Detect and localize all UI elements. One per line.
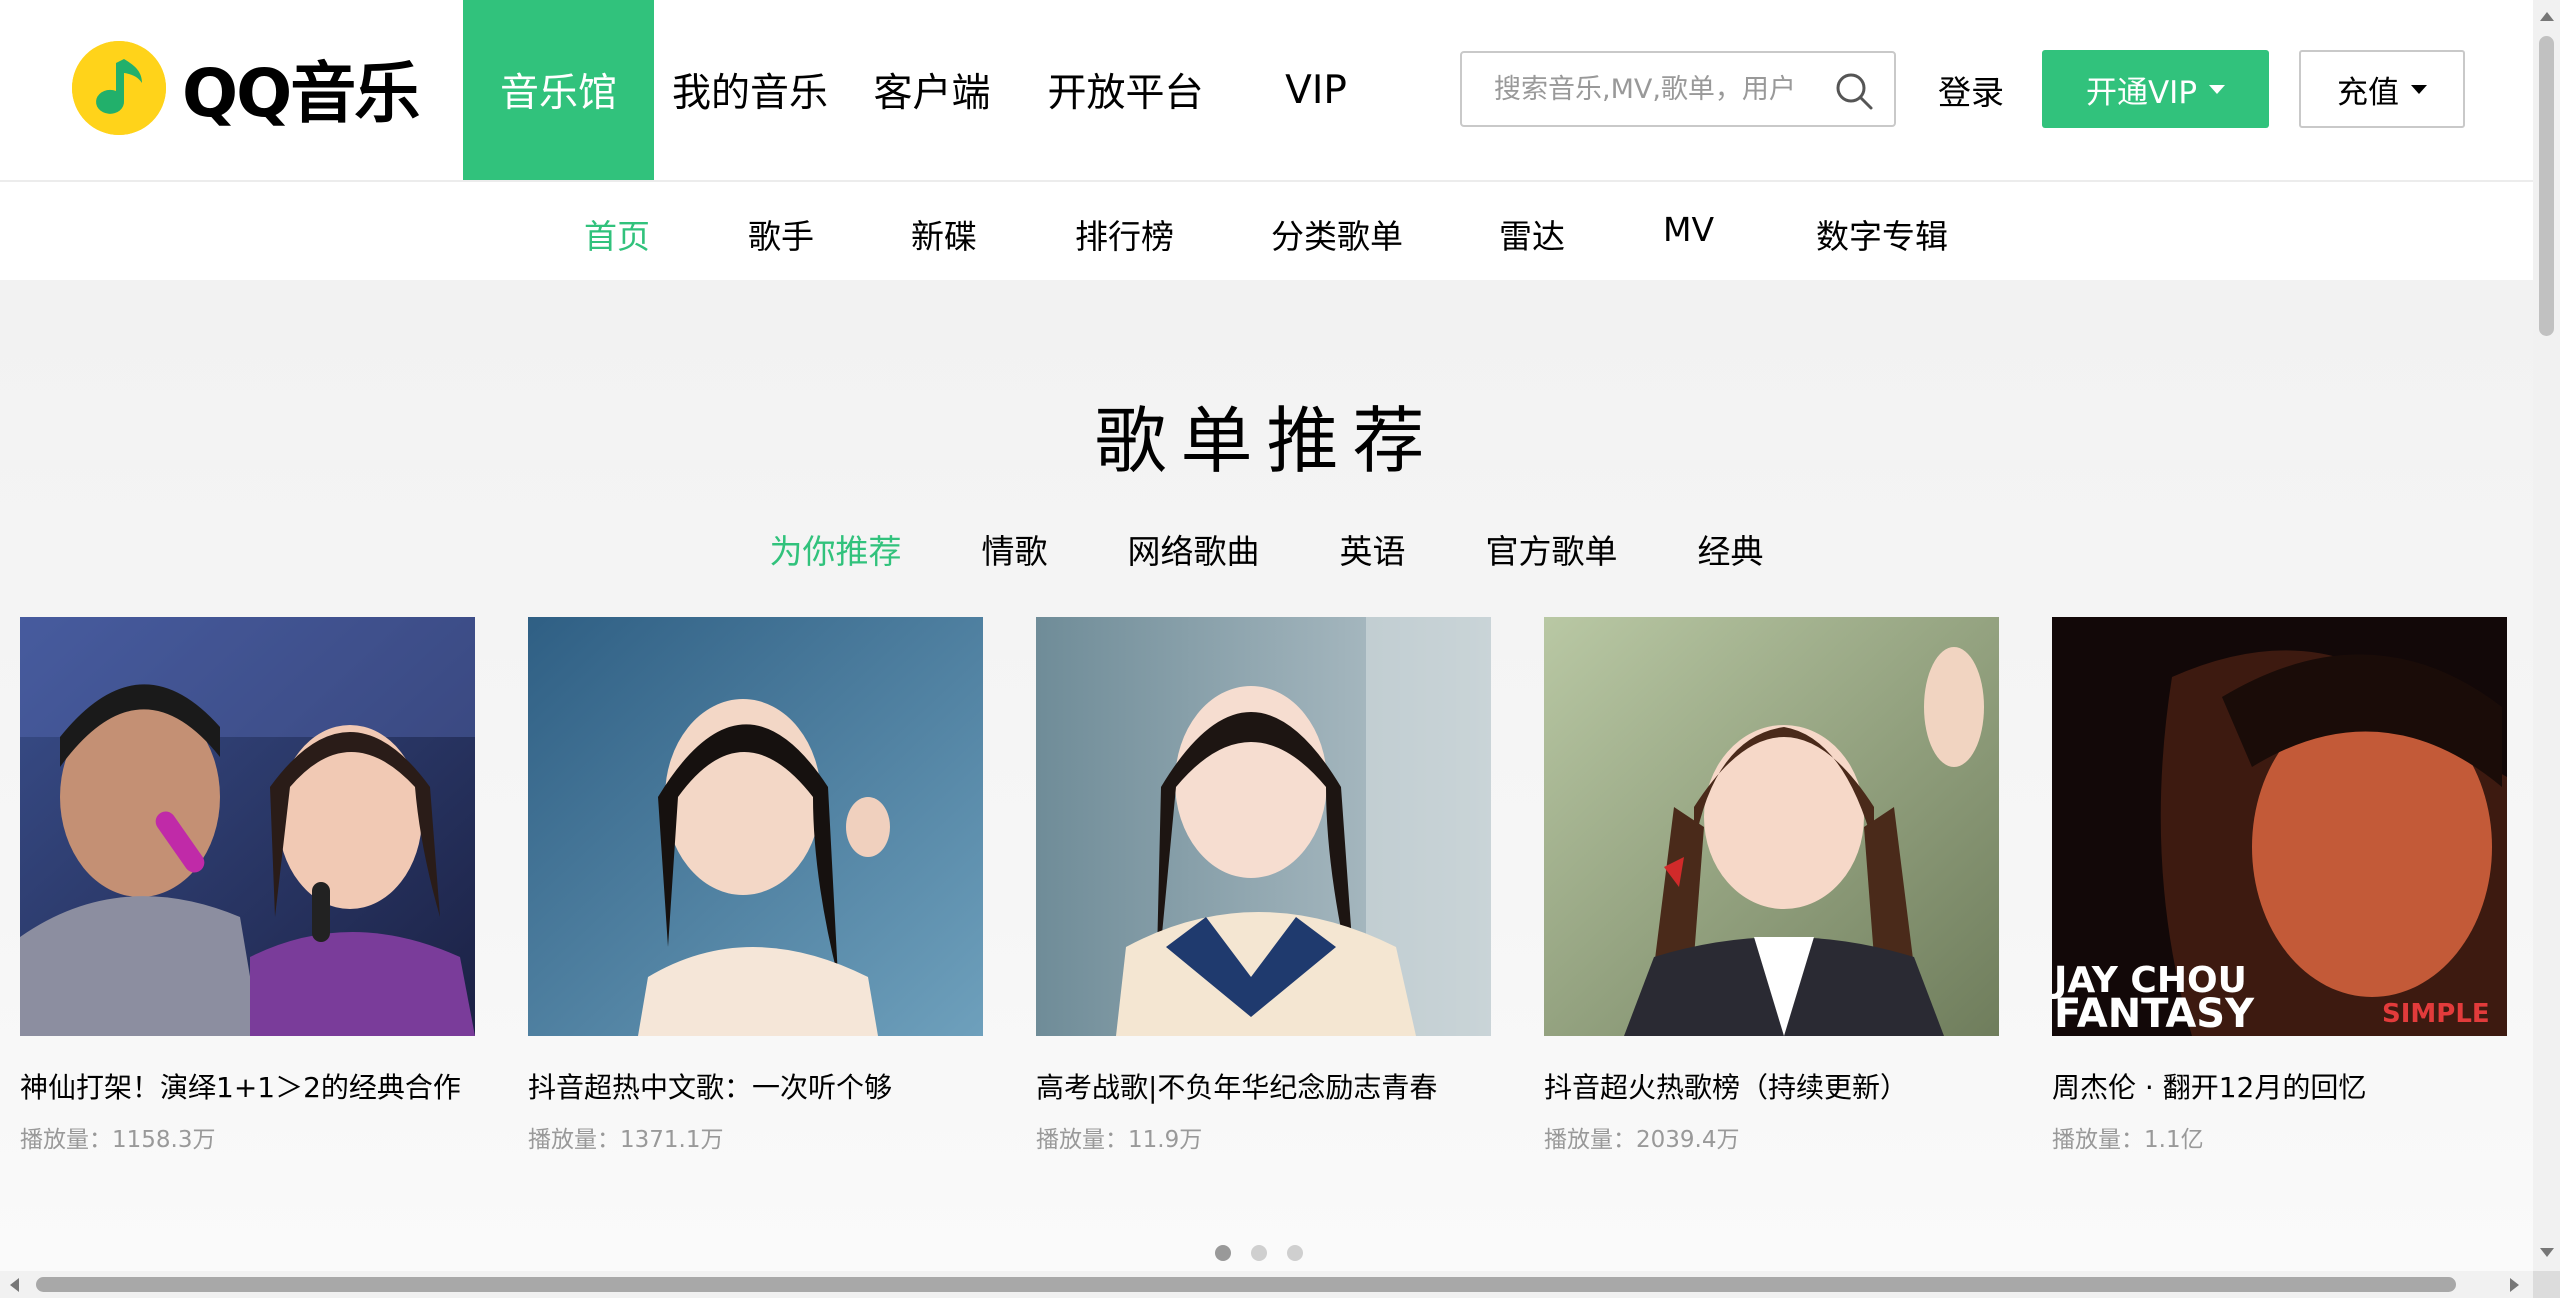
playlist-card[interactable]: 高考战歌|不负年华纪念励志青春 播放量：11.9万 <box>1036 617 1491 1154</box>
carousel-pager <box>1215 1245 1323 1261</box>
playlist-cover[interactable]: JAY CHOU FANTASY SIMPLE <box>2052 617 2507 1036</box>
nav-open-platform[interactable]: 开放平台 <box>1018 0 1233 180</box>
nav-music-hall[interactable]: 音乐馆 <box>463 0 654 180</box>
subnav-home[interactable]: 首页 <box>584 210 650 258</box>
playlist-recommend-section: 歌单推荐 为你推荐 情歌 网络歌曲 英语 官方歌单 经典 神仙打架！演绎1+1＞… <box>0 280 2533 1280</box>
qq-music-note-icon <box>72 41 166 135</box>
search-box[interactable] <box>1460 51 1896 127</box>
tab-english[interactable]: 英语 <box>1340 525 1406 573</box>
playlist-cover[interactable] <box>20 617 475 1036</box>
chevron-down-icon <box>2411 84 2427 94</box>
pager-dot[interactable] <box>1215 1245 1231 1261</box>
album-art-text: SIMPLE <box>2382 999 2490 1029</box>
main-nav: 音乐馆 我的音乐 客户端 开放平台 VIP <box>463 0 1399 180</box>
recharge-label: 充值 <box>2337 74 2399 111</box>
play-count: 播放量：2039.4万 <box>1544 1127 1740 1153</box>
nav-client[interactable]: 客户端 <box>846 0 1018 180</box>
section-title: 歌单推荐 <box>1094 399 1439 483</box>
qq-music-logo[interactable]: QQ音乐 <box>72 38 420 138</box>
subnav-charts[interactable]: 排行榜 <box>1075 210 1174 258</box>
top-header: QQ音乐 音乐馆 我的音乐 客户端 开放平台 VIP 登录 开通VIP 充值 <box>0 0 2533 182</box>
open-vip-button[interactable]: 开通VIP <box>2042 50 2269 128</box>
subnav-mv[interactable]: MV <box>1663 210 1714 249</box>
brand-name: QQ音乐 <box>182 55 420 132</box>
pager-dot[interactable] <box>1287 1245 1303 1261</box>
search-icon[interactable] <box>1834 71 1874 111</box>
horizontal-scroll-thumb[interactable] <box>36 1277 2456 1292</box>
playlist-title[interactable]: 周杰伦 · 翻开12月的回忆 <box>2052 1066 2507 1106</box>
playlist-card[interactable]: JAY CHOU FANTASY SIMPLE 周杰伦 · 翻开12月的回忆 播… <box>2052 617 2507 1154</box>
vertical-scrollbar[interactable] <box>2533 0 2560 1280</box>
subnav-new-albums[interactable]: 新碟 <box>911 210 977 258</box>
album-art-text: FANTASY <box>2054 991 2255 1036</box>
playlist-cover[interactable] <box>528 617 983 1036</box>
playlist-cover[interactable] <box>1036 617 1491 1036</box>
login-link[interactable]: 登录 <box>1938 66 2004 114</box>
nav-vip[interactable]: VIP <box>1233 0 1399 180</box>
tab-for-you[interactable]: 为你推荐 <box>770 525 902 573</box>
vertical-scroll-thumb[interactable] <box>2539 36 2554 336</box>
tab-official-playlists[interactable]: 官方歌单 <box>1486 525 1618 573</box>
playlist-title[interactable]: 抖音超热中文歌：一次听个够 <box>528 1066 983 1106</box>
open-vip-label: 开通VIP <box>2085 74 2198 111</box>
play-count: 播放量：1.1亿 <box>2052 1127 2204 1153</box>
subnav-digital-albums[interactable]: 数字专辑 <box>1816 210 1948 258</box>
playlist-card[interactable]: 抖音超热中文歌：一次听个够 播放量：1371.1万 <box>528 617 983 1154</box>
playlist-title[interactable]: 神仙打架！演绎1+1＞2的经典合作 <box>20 1066 475 1106</box>
playlist-tabs: 为你推荐 情歌 网络歌曲 英语 官方歌单 经典 <box>0 525 2533 573</box>
chevron-down-icon <box>2209 84 2226 94</box>
scroll-left-arrow-icon[interactable] <box>10 1278 19 1292</box>
tab-love-songs[interactable]: 情歌 <box>982 525 1048 573</box>
scrollbar-corner <box>2533 1271 2560 1298</box>
sub-nav: 首页 歌手 新碟 排行榜 分类歌单 雷达 MV 数字专辑 <box>0 182 2533 280</box>
play-count: 播放量：1371.1万 <box>528 1127 724 1153</box>
scroll-right-arrow-icon[interactable] <box>2510 1278 2519 1292</box>
playlist-title[interactable]: 抖音超火热歌榜（持续更新） <box>1544 1066 1999 1106</box>
tab-internet-songs[interactable]: 网络歌曲 <box>1128 525 1260 573</box>
subnav-category-playlists[interactable]: 分类歌单 <box>1271 210 1403 258</box>
recharge-button[interactable]: 充值 <box>2299 50 2465 128</box>
playlist-card[interactable]: 抖音超火热歌榜（持续更新） 播放量：2039.4万 <box>1544 617 1999 1154</box>
search-input[interactable] <box>1492 72 1836 106</box>
horizontal-scrollbar[interactable] <box>0 1271 2533 1298</box>
pager-dot[interactable] <box>1251 1245 1267 1261</box>
playlist-card[interactable]: 神仙打架！演绎1+1＞2的经典合作 播放量：1158.3万 <box>20 617 475 1154</box>
subnav-singers[interactable]: 歌手 <box>748 210 814 258</box>
scroll-down-arrow-icon[interactable] <box>2540 1248 2554 1257</box>
subnav-radar[interactable]: 雷达 <box>1499 210 1565 258</box>
play-count: 播放量：1158.3万 <box>20 1127 216 1153</box>
tab-classics[interactable]: 经典 <box>1698 525 1764 573</box>
play-count: 播放量：11.9万 <box>1036 1127 1203 1153</box>
nav-my-music[interactable]: 我的音乐 <box>654 0 846 180</box>
scroll-up-arrow-icon[interactable] <box>2540 12 2554 21</box>
playlist-cover[interactable] <box>1544 617 1999 1036</box>
playlist-title[interactable]: 高考战歌|不负年华纪念励志青春 <box>1036 1066 1491 1106</box>
